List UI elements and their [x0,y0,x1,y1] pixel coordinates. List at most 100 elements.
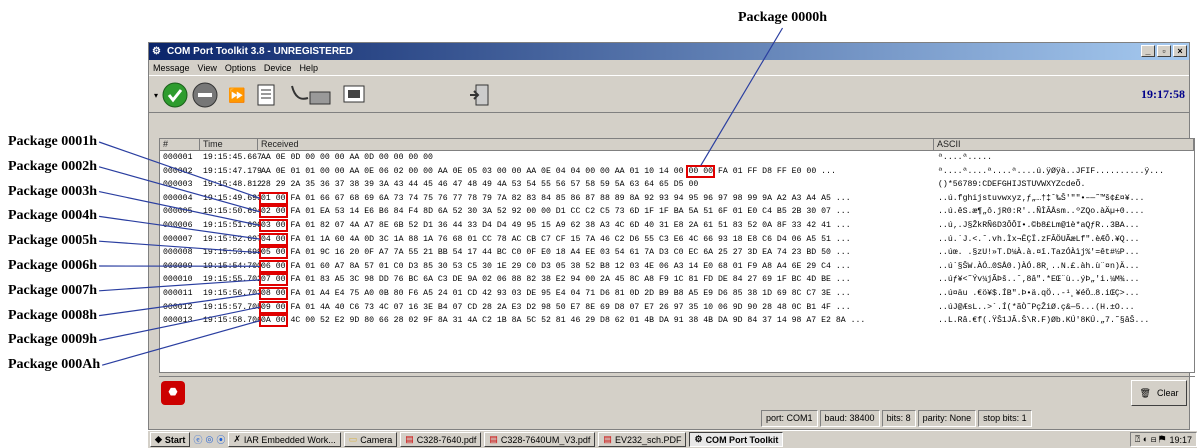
terminal-button[interactable] [341,81,367,109]
maximize-button[interactable]: ▫ [1157,45,1171,57]
row-ascii: ..ú‚.J§ŽkRÑ6D3ÔÔI•.©b8£Lm@1è*aQƒR..3BA..… [938,220,1140,230]
row-received: 04 00 FA 01 1A 60 4A 0D 3C 1A 88 1A 76 6… [258,232,934,247]
task-pdf1[interactable]: ▤ C328-7640.pdf [400,432,482,447]
menu-help[interactable]: Help [299,63,318,73]
status-parity: parity: None [917,410,977,427]
received-bytes: FA 01 60 A7 8A 57 01 C0 D3 85 30 53 C5 3… [285,261,851,271]
pdf-icon: ▤ [405,434,414,444]
row-number: 000002 [163,166,193,176]
status-spacer [159,410,759,427]
table-row[interactable]: 000006 19:15:51.696 03 00 FA 01 82 07 4A A… [160,218,1194,233]
received-bytes: FA 01 4A 40 C6 73 4C 07 16 3E B4 07 CD 2… [285,302,851,312]
window-title: COM Port Toolkit 3.8 - UNREGISTERED [167,46,353,57]
disconnect-button[interactable] [191,81,219,109]
menu-view[interactable]: View [198,63,217,73]
pdf-icon: ▤ [603,434,612,444]
clock: 19:17:58 [1141,87,1185,101]
received-bytes: 28 29 2A 35 36 37 38 39 3A 43 44 45 46 4… [261,180,699,190]
row-ascii: ..úœ. .§zU!»T.D¼À.à.¤î.TazÓÀìj%'=êt#½P..… [938,248,1140,258]
package-label: Package 0007h [8,282,98,298]
row-received: AA 0E 0D 00 00 00 AA 0D 00 00 00 00 [258,151,934,165]
received-bytes: FA 01 82 07 4A A7 8E 6B 52 D1 36 44 33 D… [285,220,851,230]
package-label: Package 0008h [8,307,98,323]
row-time: 19:15:49.693 [203,193,262,203]
package-number-highlight: 09 00 [259,300,288,314]
row-ascii: ()*56789:CDEFGHIJSTUVWXYZcdeÕ. [938,180,1086,190]
table-row[interactable]: 000010 19:15:55.702 07 00 FA 01 83 A5 3C 9… [160,273,1194,287]
send-file-button[interactable] [253,81,281,109]
row-received: 09 00 FA 01 4A 40 C6 73 4C 07 16 3E B4 0… [258,300,934,315]
table-row[interactable]: 000005 19:15:50.694 02 00 FA 01 EA 53 14 E… [160,205,1194,219]
row-number: 000005 [163,207,193,217]
task-pdf3[interactable]: ▤ EV232_sch.PDF [598,432,687,447]
bottom-panel: ⬣ 🗑 Clear [159,376,1195,408]
app-window: ⚙ COM Port Toolkit 3.8 - UNREGISTERED _ … [148,42,1195,430]
row-time: 19:15:45.667 [203,153,262,162]
task-com-port-toolkit[interactable]: ⚙ COM Port Toolkit [689,432,784,447]
row-time: 19:15:51.696 [203,220,262,230]
row-time: 19:15:56.703 [203,288,262,298]
row-received: AA 0E 01 01 00 00 AA 0E 06 02 00 00 AA 0… [258,164,934,179]
row-number: 000003 [163,180,193,190]
tray-icons[interactable]: ⍰ ◐ ⊟ ⚑ [1135,434,1166,445]
table-row[interactable]: 000007 19:15:52.697 04 00 FA 01 1A 60 4A 0… [160,232,1194,247]
start-button[interactable]: ◆ Start [150,432,191,447]
row-ascii: ..ú¤äu .€ö¥$.ÍB".Þ•ä.qÖ..-¹¸¥éÖ…8.iŒÇ>..… [938,288,1140,298]
row-received: 06 00 FA 01 60 A7 8A 57 01 C0 D3 85 30 5… [258,259,934,274]
table-row[interactable]: 000008 19:15:53.699 05 00 FA 01 9C 16 20 0… [160,246,1194,260]
table-row[interactable]: 000002 19:15:47.179 AA 0E 01 01 00 00 AA 0… [160,164,1194,179]
received-bytes: FA 01 66 67 68 69 6A 73 74 75 76 77 78 7… [285,193,851,203]
row-ascii: ..úƒ¥<˜Ýv¼jÃÞš..ˆ‚8â".*EŒ¨ù..ýÞ„'i.¼M¾..… [938,275,1140,285]
port-settings-button[interactable] [287,81,335,109]
grid-header: # Time Received ASCII [160,139,1194,151]
menu-bar: Message View Options Device Help [149,60,1189,75]
col-ascii-header[interactable]: ASCII [934,139,1194,150]
send-button[interactable]: ⏩ [225,81,249,109]
row-time: 19:15:58.706 [203,316,262,326]
menu-options[interactable]: Options [225,63,256,73]
status-stopbits: stop bits: 1 [978,410,1032,427]
minimize-button[interactable]: _ [1141,45,1155,57]
row-received: 07 00 FA 01 83 A5 3C 98 DD 76 BC 6A C3 D… [258,273,934,287]
row-ascii: ..ú`§ŠW.ÀÓ…0SÅ0.)ÀÓ.8R¸..N.£.àh.ù¨¤n)Ä..… [938,261,1140,271]
row-time: 19:15:50.694 [203,207,262,217]
table-row[interactable]: 000012 19:15:57.705 09 00 FA 01 4A 40 C6 7… [160,300,1194,315]
col-num-header[interactable]: # [160,139,200,150]
trash-icon: 🗑 [1139,387,1151,398]
browser-icon[interactable]: ◎ [205,434,213,445]
media-icon[interactable]: ⦿ [216,433,225,446]
table-row[interactable]: 000004 19:15:49.693 01 00 FA 01 66 67 68 6… [160,191,1194,206]
dropdown-arrow-icon[interactable]: ▾ [151,81,161,109]
stop-button[interactable]: ⬣ [161,381,185,405]
data-grid: # Time Received ASCII 000001 19:15:45.667… [159,138,1195,373]
table-row[interactable]: 000001 19:15:45.667 AA 0E 0D 00 00 00 AA 0… [160,151,1194,165]
status-baud: baud: 38400 [819,410,880,427]
table-row[interactable]: 000013 19:15:58.706 0A 00 4C 00 52 E2 9D 8… [160,314,1194,328]
menu-message[interactable]: Message [153,63,190,73]
package-number-highlight: 0A 00 [259,314,288,328]
table-row[interactable]: 000009 19:15:54:700 06 00 FA 01 60 A7 8A 5… [160,259,1194,274]
table-row[interactable]: 000003 19:15:48.812 28 29 2A 35 36 37 38 3… [160,178,1194,192]
task-pdf2[interactable]: ▤ C328-7640UM_V3.pdf [484,432,596,447]
serial-cable-icon [291,85,331,105]
close-button[interactable]: × [1173,45,1187,57]
exit-button[interactable] [467,81,491,109]
row-number: 000006 [163,220,193,230]
col-time-header[interactable]: Time [200,139,258,150]
package-number-highlight: 00 00 [686,164,716,178]
row-received: 28 29 2A 35 36 37 38 39 3A 43 44 45 46 4… [258,178,934,192]
ie-icon[interactable]: ⓔ [193,433,202,446]
row-number: 000012 [163,302,193,312]
row-received: 05 00 FA 01 9C 16 20 0F A7 7A 55 21 BB 5… [258,246,934,260]
table-row[interactable]: 000011 19:15:56.703 08 00 FA 01 A4 E4 75 A… [160,286,1194,301]
title-bar: ⚙ COM Port Toolkit 3.8 - UNREGISTERED _ … [149,43,1189,60]
stop-circle-icon [192,82,218,108]
package-number-highlight: 03 00 [259,218,288,232]
package-number-highlight: 01 00 [259,191,288,205]
task-iar[interactable]: ✗ IAR Embedded Work... [228,432,341,447]
menu-device[interactable]: Device [264,63,292,73]
task-camera[interactable]: ▭ Camera [343,432,398,447]
col-received-header[interactable]: Received [258,139,934,150]
clear-button[interactable]: 🗑 Clear [1131,380,1187,406]
connect-button[interactable] [161,81,189,109]
